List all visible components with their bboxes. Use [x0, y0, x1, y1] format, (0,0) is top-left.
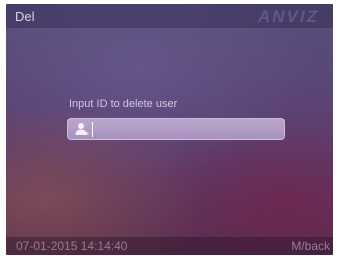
title-bar: Del ANVIZ [6, 4, 333, 28]
screen-title: Del [15, 9, 35, 24]
status-bar: 07-01-2015 14:14:40 M/back [6, 237, 333, 255]
text-cursor [92, 122, 93, 137]
brand-logo: ANVIZ [258, 7, 319, 26]
user-icon [75, 122, 89, 136]
device-screen: Del ANVIZ Input ID to delete user 07-01-… [6, 4, 333, 255]
user-id-input[interactable] [67, 118, 285, 140]
date-time-display: 07-01-2015 14:14:40 [16, 239, 128, 253]
back-hint[interactable]: M/back [291, 239, 330, 253]
delete-prompt-label: Input ID to delete user [69, 98, 178, 110]
